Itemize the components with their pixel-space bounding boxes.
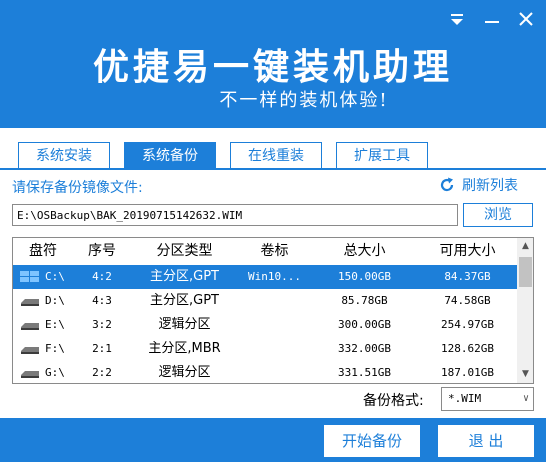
table-row[interactable]: E:\ 3:2 逻辑分区 300.00GB 254.97GB	[13, 313, 517, 337]
table-scrollbar[interactable]: ▲ ▼	[517, 238, 533, 383]
drive-letter: E:\	[45, 318, 65, 331]
index-cell: 3:2	[92, 318, 112, 331]
label-cell	[238, 361, 311, 383]
backup-path-input[interactable]	[12, 204, 458, 226]
total-cell: 331.51GB	[338, 366, 391, 379]
minimize-icon	[485, 21, 499, 23]
table-row[interactable]: F:\ 2:1 主分区,MBR 332.00GB 128.62GB	[13, 337, 517, 361]
hard-drive-icon	[21, 347, 39, 354]
table-row[interactable]: G:\ 2:2 逻辑分区 331.51GB 187.01GB	[13, 361, 517, 383]
drive-cell: G:\	[13, 361, 73, 383]
label-cell	[238, 313, 311, 337]
label-cell	[238, 337, 311, 361]
backup-format-select[interactable]: *.WIM ∨	[441, 387, 534, 411]
minimize-button[interactable]	[479, 6, 505, 32]
scroll-up-arrow-icon[interactable]: ▲	[517, 238, 533, 255]
total-cell: 85.78GB	[341, 294, 388, 307]
drive-letter: D:\	[45, 294, 65, 307]
refresh-icon	[440, 177, 454, 192]
browse-button[interactable]: 浏览	[463, 203, 533, 227]
column-header-label[interactable]: 卷标	[238, 238, 311, 264]
type-cell: 主分区,GPT	[150, 269, 219, 284]
label-cell: Win10...	[248, 270, 301, 283]
hard-drive-icon	[21, 299, 39, 306]
free-cell: 74.58GB	[444, 294, 491, 307]
windows-drive-icon	[20, 271, 39, 282]
type-cell: 逻辑分区	[158, 317, 211, 332]
drive-cell: E:\	[13, 313, 73, 337]
chevron-down-icon: ∨	[522, 393, 529, 404]
table-row[interactable]: C:\ 4:2 主分区,GPT Win10... 150.00GB 84.37G…	[13, 265, 517, 289]
total-cell: 150.00GB	[338, 270, 391, 283]
drive-letter: F:\	[45, 342, 65, 355]
table-row[interactable]: D:\ 4:3 主分区,GPT 85.78GB 74.58GB	[13, 289, 517, 313]
table-header: 盘符 序号 分区类型 卷标 总大小 可用大小	[13, 238, 517, 264]
index-cell: 2:2	[92, 366, 112, 379]
free-cell: 187.01GB	[441, 366, 494, 379]
column-header-type[interactable]: 分区类型	[131, 238, 238, 264]
tab-online-reinstall[interactable]: 在线重装	[230, 142, 322, 170]
free-cell: 128.62GB	[441, 342, 494, 355]
tab-divider	[0, 168, 546, 170]
scroll-down-arrow-icon[interactable]: ▼	[517, 366, 533, 383]
app-subtitle: 不一样的装机体验!	[219, 90, 389, 111]
free-cell: 84.37GB	[444, 270, 491, 283]
menu-icon	[451, 14, 463, 25]
hard-drive-icon	[21, 371, 39, 378]
drive-cell: D:\	[13, 289, 73, 313]
column-header-drive[interactable]: 盘符	[13, 238, 73, 264]
drive-cell: C:\	[13, 265, 73, 289]
label-cell	[238, 289, 311, 313]
menu-dropdown-button[interactable]	[444, 6, 470, 32]
scroll-thumb[interactable]	[519, 257, 532, 287]
total-cell: 300.00GB	[338, 318, 391, 331]
column-header-free[interactable]: 可用大小	[418, 238, 517, 264]
tab-system-backup[interactable]: 系统备份	[124, 142, 216, 170]
backup-format-label: 备份格式:	[363, 393, 424, 409]
drive-letter: G:\	[45, 366, 65, 379]
column-header-total[interactable]: 总大小	[311, 238, 418, 264]
backup-format-value: *.WIM	[448, 392, 482, 405]
refresh-list-button[interactable]: 刷新列表	[438, 175, 518, 195]
start-backup-button[interactable]: 开始备份	[324, 425, 420, 457]
hard-drive-icon	[21, 323, 39, 330]
column-header-index[interactable]: 序号	[73, 238, 131, 264]
refresh-list-label: 刷新列表	[462, 178, 518, 194]
app-title: 优捷易一键装机助理	[92, 46, 453, 88]
index-cell: 2:1	[92, 342, 112, 355]
partition-table[interactable]: 盘符 序号 分区类型 卷标 总大小 可用大小 C:\ 4:2 主分区,GPT W…	[12, 237, 534, 384]
exit-button[interactable]: 退 出	[438, 425, 534, 457]
close-icon	[519, 12, 533, 26]
save-prompt-label: 请保存备份镜像文件:	[12, 180, 143, 196]
type-cell: 主分区,GPT	[150, 293, 219, 308]
drive-cell: F:\	[13, 337, 73, 361]
free-cell: 254.97GB	[441, 318, 494, 331]
tab-system-install[interactable]: 系统安装	[18, 142, 110, 170]
drive-letter: C:\	[45, 270, 65, 283]
index-cell: 4:3	[92, 294, 112, 307]
index-cell: 4:2	[92, 270, 112, 283]
type-cell: 逻辑分区	[158, 365, 211, 380]
close-button[interactable]	[513, 6, 539, 32]
type-cell: 主分区,MBR	[148, 341, 221, 356]
total-cell: 332.00GB	[338, 342, 391, 355]
tab-extension-tools[interactable]: 扩展工具	[336, 142, 428, 170]
